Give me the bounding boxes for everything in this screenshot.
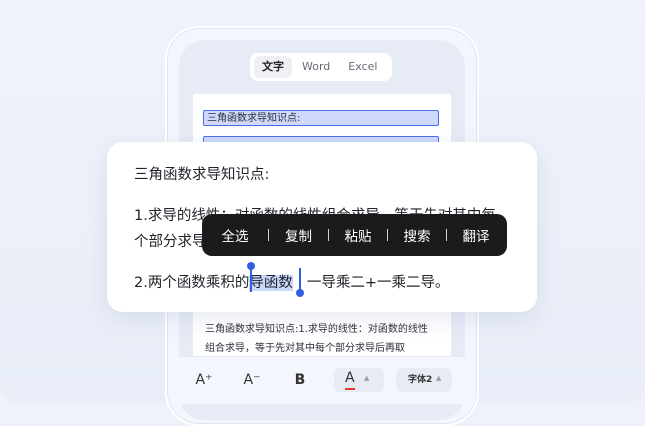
bold-button[interactable]: B bbox=[288, 369, 312, 391]
tab-text[interactable]: 文字 bbox=[254, 56, 292, 78]
menu-translate[interactable]: 翻译 bbox=[447, 225, 505, 245]
document-paragraph: 三角函数求导知识点:1.求导的线性：对函数的线性组合求导，等于先对其中每个部分求… bbox=[205, 324, 428, 354]
card-line-3: 2.两个函数乘积的导函数 一导乘二+一乘二导。 bbox=[134, 271, 450, 292]
font-color-button[interactable]: A ▲ bbox=[334, 368, 384, 392]
selected-heading[interactable]: 三角函数求导知识点: bbox=[203, 110, 439, 126]
menu-search[interactable]: 搜索 bbox=[388, 225, 446, 245]
decrease-font-button[interactable]: A⁻ bbox=[240, 369, 264, 391]
selection-start-handle[interactable] bbox=[247, 262, 255, 270]
tab-excel[interactable]: Excel bbox=[340, 56, 385, 78]
line3-before: 2.两个函数乘积的 bbox=[134, 275, 250, 291]
context-menu: 全选 复制 粘贴 搜索 翻译 bbox=[202, 214, 507, 256]
chevron-icon: ▲ bbox=[436, 374, 442, 382]
font-color-icon: A bbox=[345, 369, 355, 390]
font-size-select[interactable]: 字体2 ▲ bbox=[396, 368, 452, 392]
chevron-down-icon: ▲ bbox=[364, 374, 370, 382]
selection-end-handle[interactable] bbox=[296, 289, 304, 297]
font-size-label: 字体2 bbox=[408, 375, 433, 385]
selection-start-cursor[interactable] bbox=[250, 268, 252, 292]
tab-word[interactable]: Word bbox=[294, 56, 338, 78]
card-line-1: 三角函数求导知识点: bbox=[134, 167, 270, 183]
format-toolbar: A⁺ A⁻ B A ▲ 字体2 ▲ bbox=[178, 357, 466, 404]
mode-tabs: 文字 Word Excel bbox=[250, 53, 392, 81]
menu-paste[interactable]: 粘贴 bbox=[329, 225, 387, 245]
selected-text[interactable]: 导函数 bbox=[249, 275, 293, 291]
increase-font-button[interactable]: A⁺ bbox=[192, 369, 216, 391]
menu-copy[interactable]: 复制 bbox=[269, 225, 328, 245]
line3-after: 一导乘二+一乘二导。 bbox=[306, 275, 450, 291]
menu-select-all[interactable]: 全选 bbox=[202, 225, 268, 245]
